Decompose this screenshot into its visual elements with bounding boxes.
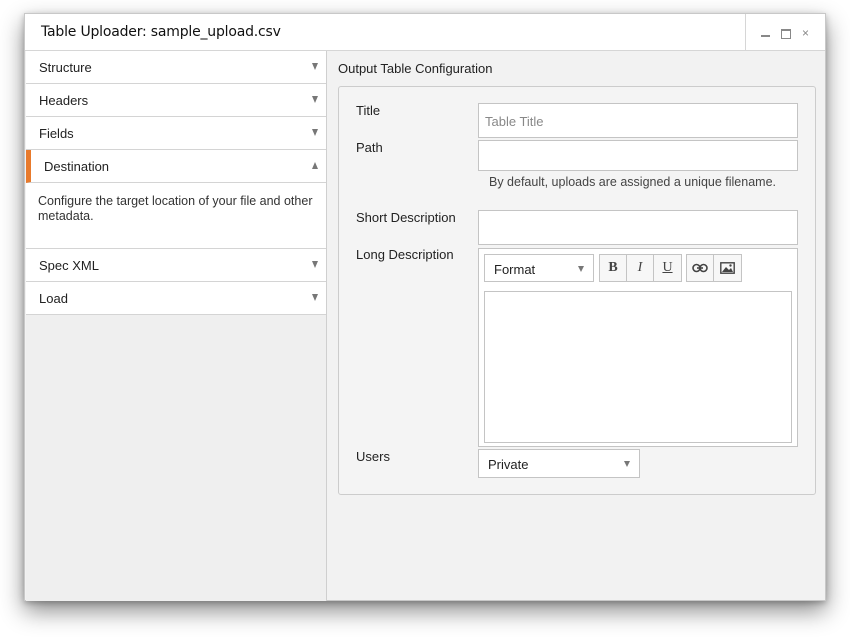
path-label: Path [356, 140, 383, 155]
window-title: Table Uploader: sample_upload.csv [41, 24, 281, 40]
title-label: Title [356, 103, 381, 118]
accordion-sidebar: Structure Headers Fields Destination Con… [26, 51, 327, 601]
close-icon[interactable]: × [801, 27, 811, 39]
insert-group [686, 254, 742, 282]
accordion-item-spec-xml[interactable]: Spec XML [26, 249, 326, 282]
main-content: Output Table Configuration Title Table T… [328, 51, 825, 601]
image-icon[interactable] [714, 255, 741, 281]
accordion-item-label: Load [39, 291, 68, 306]
accordion-item-label: Spec XML [39, 258, 99, 273]
minimize-icon[interactable] [761, 29, 771, 37]
users-label: Users [356, 449, 390, 464]
accordion-item-label: Headers [39, 93, 89, 108]
caret-down-icon [312, 63, 318, 70]
long-description-label: Long Description [356, 247, 454, 262]
caret-down-icon [312, 261, 318, 268]
accordion-item-label: Fields [39, 126, 74, 141]
link-icon[interactable] [687, 255, 714, 281]
accordion-item-load[interactable]: Load [26, 282, 326, 315]
chevron-down-icon [624, 461, 630, 467]
chevron-down-icon [578, 266, 584, 272]
config-panel: Title Table Title Path By default, uploa… [338, 86, 816, 495]
accordion-item-structure[interactable]: Structure [26, 51, 326, 84]
accordion-item-label: Structure [39, 60, 92, 75]
bold-button[interactable]: B [600, 255, 627, 281]
accordion-item-label: Destination [44, 159, 110, 174]
caret-up-icon [312, 162, 318, 169]
italic-button[interactable]: I [627, 255, 654, 281]
path-hint: By default, uploads are assigned a uniqu… [489, 175, 776, 189]
caret-down-icon [312, 294, 318, 301]
caret-down-icon [312, 129, 318, 136]
title-bar: Table Uploader: sample_upload.csv × [25, 14, 825, 51]
path-input[interactable] [478, 140, 798, 171]
format-select-value: Format [494, 262, 536, 277]
short-description-input[interactable] [478, 210, 798, 245]
title-placeholder: Table Title [485, 114, 544, 129]
long-description-textarea[interactable] [484, 291, 792, 443]
format-select[interactable]: Format [484, 254, 594, 282]
underline-button[interactable]: U [654, 255, 681, 281]
users-select-value: Private [488, 457, 529, 472]
destination-description: Configure the target location of your fi… [26, 183, 326, 249]
accordion-item-destination[interactable]: Destination [26, 150, 326, 183]
maximize-icon[interactable] [781, 27, 791, 39]
section-title: Output Table Configuration [338, 61, 493, 76]
window-controls: × [745, 14, 825, 51]
users-select[interactable]: Private [478, 449, 640, 478]
title-input[interactable]: Table Title [478, 103, 798, 138]
short-description-label: Short Description [356, 210, 456, 225]
accordion-item-headers[interactable]: Headers [26, 84, 326, 117]
caret-down-icon [312, 96, 318, 103]
text-style-group: B I U [599, 254, 682, 282]
accordion-item-fields[interactable]: Fields [26, 117, 326, 150]
long-description-editor: Format B I U [478, 248, 798, 447]
uploader-window: Table Uploader: sample_upload.csv × Stru… [24, 13, 826, 601]
